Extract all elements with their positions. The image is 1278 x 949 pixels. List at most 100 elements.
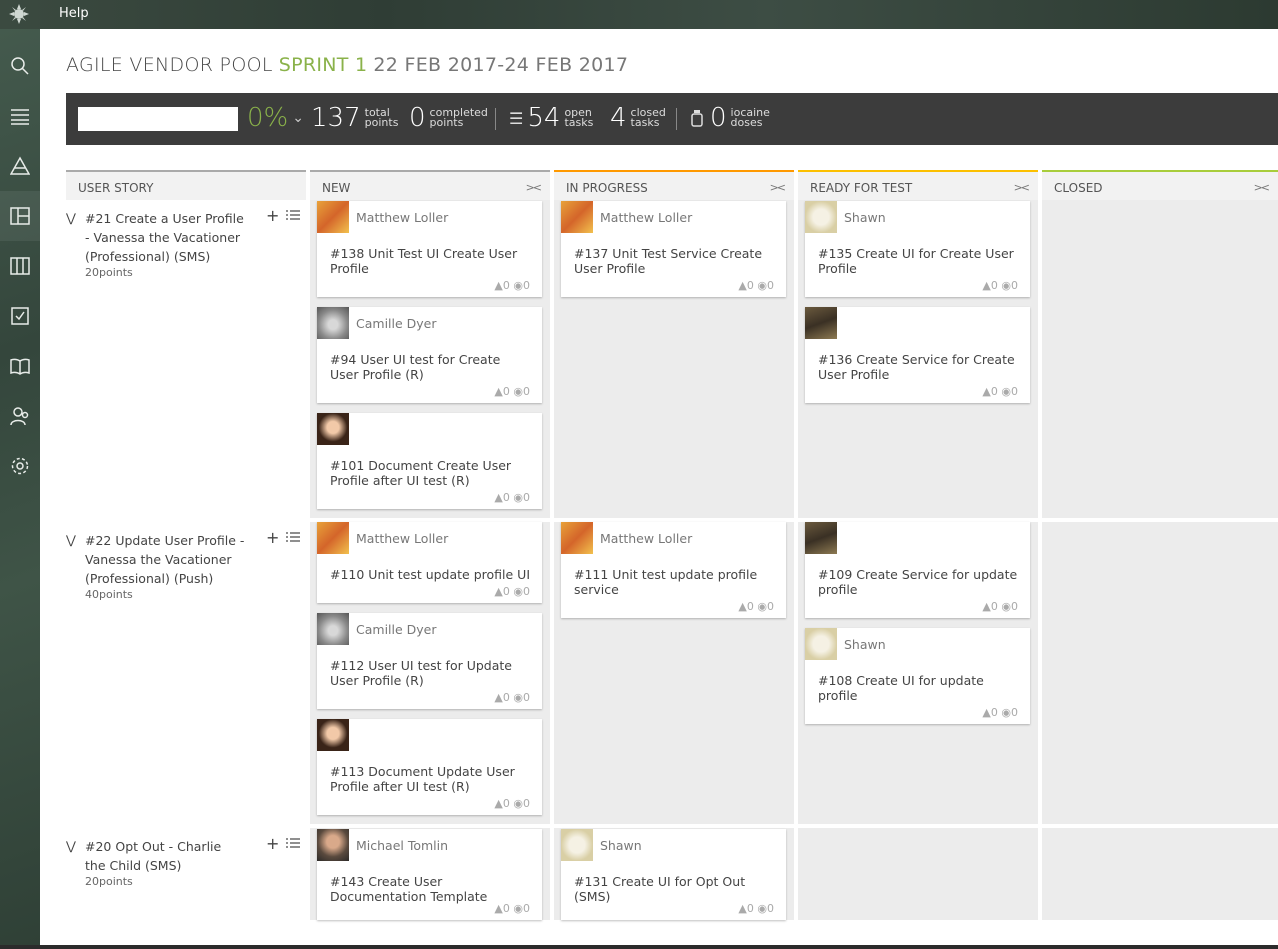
task-card[interactable]: Shawn #131 Create UI for Opt Out (SMS) ▲… [561, 829, 786, 920]
task-title[interactable]: #138 Unit Test UI Create User Profile [330, 246, 530, 276]
task-title[interactable]: #101 Document Create User Profile after … [330, 458, 530, 488]
nav-taskboard[interactable] [0, 191, 40, 241]
top-bar: Help [0, 0, 1278, 29]
upvote-icon[interactable]: ▲ [738, 600, 746, 613]
task-card[interactable]: Shawn #108 Create UI for update profile … [805, 628, 1030, 724]
task-card[interactable]: #101 Document Create User Profile after … [317, 413, 542, 509]
task-card[interactable]: Matthew Loller #138 Unit Test UI Create … [317, 201, 542, 297]
upvote-icon[interactable]: ▲ [982, 279, 990, 292]
add-task-icon[interactable]: + [266, 206, 279, 225]
task-title[interactable]: #111 Unit test update profile service [574, 567, 774, 597]
nav-kanban[interactable] [0, 241, 40, 291]
watch-icon[interactable]: ◉ [513, 902, 523, 915]
watch-icon[interactable]: ◉ [513, 385, 523, 398]
task-meta: ▲0 ◉0 [494, 797, 530, 810]
tasks-label: tasks [630, 116, 660, 129]
task-title[interactable]: #113 Document Update User Profile after … [330, 764, 530, 794]
watch-icon[interactable]: ◉ [513, 585, 523, 598]
task-title[interactable]: #131 Create UI for Opt Out (SMS) [574, 874, 774, 904]
project-name[interactable]: AGILE VENDOR POOL [66, 54, 273, 76]
upvote-icon[interactable]: ▲ [494, 691, 502, 704]
collapse-column-icon[interactable]: >< [1254, 181, 1271, 194]
chevron-down-icon[interactable]: ⌄ [292, 110, 304, 126]
bulk-add-icon[interactable] [286, 531, 300, 545]
add-task-icon[interactable]: + [266, 528, 279, 547]
nav-backlog[interactable] [0, 91, 40, 141]
watch-icon[interactable]: ◉ [757, 600, 767, 613]
upvote-icon[interactable]: ▲ [982, 706, 990, 719]
task-title[interactable]: #137 Unit Test Service Create User Profi… [574, 246, 774, 276]
watch-icon[interactable]: ◉ [1001, 600, 1011, 613]
upvote-icon[interactable]: ▲ [494, 279, 502, 292]
upvote-icon[interactable]: ▲ [982, 385, 990, 398]
avatar [317, 613, 349, 645]
task-card[interactable]: Michael Tomlin #143 Create User Document… [317, 829, 542, 920]
story-title[interactable]: #20 Opt Out - Charlie the Child (SMS) [85, 837, 245, 875]
backlog-icon [11, 109, 29, 125]
upvote-icon[interactable]: ▲ [494, 797, 502, 810]
task-title[interactable]: #143 Create User Documentation Template [330, 874, 530, 904]
watch-icon[interactable]: ◉ [757, 902, 767, 915]
task-meta: ▲0 ◉0 [738, 902, 774, 915]
nav-epics[interactable] [0, 141, 40, 191]
task-card[interactable]: Matthew Loller #111 Unit test update pro… [561, 522, 786, 618]
task-card[interactable]: Matthew Loller #110 Unit test update pro… [317, 522, 542, 603]
watch-icon[interactable]: ◉ [757, 279, 767, 292]
task-title[interactable]: #112 User UI test for Update User Profil… [330, 658, 530, 688]
task-card[interactable]: #136 Create Service for Create User Prof… [805, 307, 1030, 403]
help-link[interactable]: Help [59, 6, 89, 21]
watcher-count: 0 [767, 902, 774, 915]
divider [676, 108, 677, 130]
nav-issues[interactable] [0, 291, 40, 341]
upvote-icon[interactable]: ▲ [494, 585, 502, 598]
upvote-icon[interactable]: ▲ [494, 902, 502, 915]
watch-icon[interactable]: ◉ [513, 797, 523, 810]
add-task-icon[interactable]: + [266, 834, 279, 853]
collapse-story-icon[interactable]: ⋁ [66, 839, 76, 853]
watcher-count: 0 [523, 585, 530, 598]
task-title[interactable]: #108 Create UI for update profile [818, 673, 1018, 703]
nav-search[interactable] [0, 41, 40, 91]
collapse-column-icon[interactable]: >< [770, 181, 787, 194]
taiga-logo-icon[interactable] [8, 3, 30, 25]
upvote-icon[interactable]: ▲ [494, 491, 502, 504]
task-card[interactable]: #109 Create Service for update profile ▲… [805, 522, 1030, 618]
upvote-icon[interactable]: ▲ [982, 600, 990, 613]
collapse-story-icon[interactable]: ⋁ [66, 211, 76, 225]
closed-tasks: 4 [610, 103, 627, 133]
task-card[interactable]: #113 Document Update User Profile after … [317, 719, 542, 815]
vote-count: 0 [502, 491, 510, 504]
watch-icon[interactable]: ◉ [513, 691, 523, 704]
nav-settings[interactable] [0, 441, 40, 491]
collapse-story-icon[interactable]: ⋁ [66, 533, 76, 547]
bulk-add-icon[interactable] [286, 209, 300, 223]
task-card[interactable]: Shawn #135 Create UI for Create User Pro… [805, 201, 1030, 297]
collapse-column-icon[interactable]: >< [1014, 181, 1031, 194]
watch-icon[interactable]: ◉ [1001, 385, 1011, 398]
upvote-icon[interactable]: ▲ [494, 385, 502, 398]
task-meta: ▲0 ◉0 [494, 279, 530, 292]
upvote-icon[interactable]: ▲ [738, 279, 746, 292]
watch-icon[interactable]: ◉ [513, 279, 523, 292]
watch-icon[interactable]: ◉ [513, 491, 523, 504]
nav-wiki[interactable] [0, 341, 40, 391]
avatar [317, 201, 349, 233]
task-card[interactable]: Matthew Loller #137 Unit Test Service Cr… [561, 201, 786, 297]
task-title[interactable]: #94 User UI test for Create User Profile… [330, 352, 530, 382]
watch-icon[interactable]: ◉ [1001, 279, 1011, 292]
nav-team[interactable] [0, 391, 40, 441]
collapse-column-icon[interactable]: >< [526, 181, 543, 194]
vote-count: 0 [502, 279, 510, 292]
story-title[interactable]: #22 Update User Profile - Vanessa the Va… [85, 531, 245, 588]
task-title[interactable]: #136 Create Service for Create User Prof… [818, 352, 1018, 382]
task-title[interactable]: #135 Create UI for Create User Profile [818, 246, 1018, 276]
story-title[interactable]: #21 Create a User Profile - Vanessa the … [85, 209, 245, 266]
task-title[interactable]: #110 Unit test update profile UI [330, 567, 530, 582]
upvote-icon[interactable]: ▲ [738, 902, 746, 915]
task-title[interactable]: #109 Create Service for update profile [818, 567, 1018, 597]
iocaine-stat: 0 iocaine doses [690, 103, 770, 133]
watch-icon[interactable]: ◉ [1001, 706, 1011, 719]
task-card[interactable]: Camille Dyer #112 User UI test for Updat… [317, 613, 542, 709]
task-card[interactable]: Camille Dyer #94 User UI test for Create… [317, 307, 542, 403]
bulk-add-icon[interactable] [286, 837, 300, 851]
